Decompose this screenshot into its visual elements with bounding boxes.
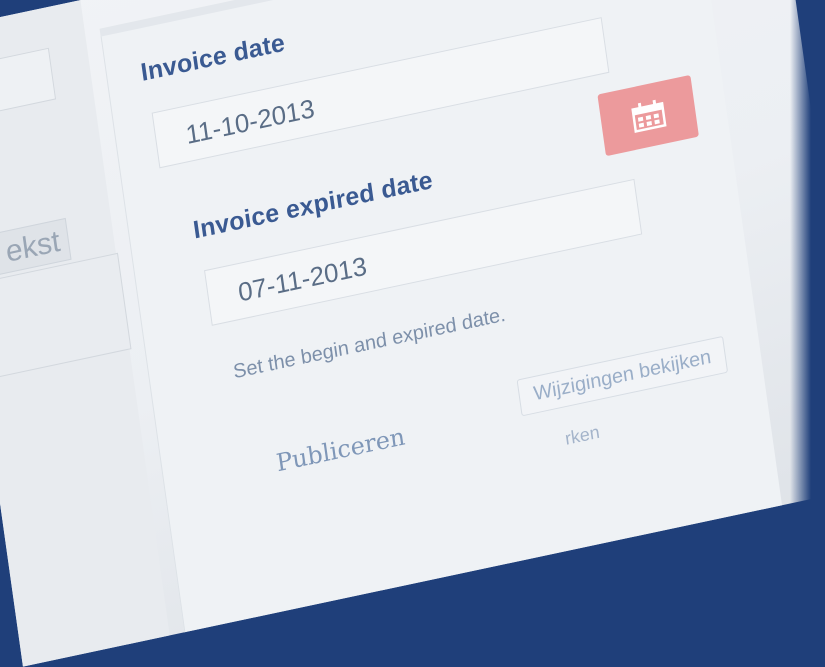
screen: ekst Invoice date 11-10-2013 Invoice exp… xyxy=(0,0,825,667)
calendar-icon xyxy=(630,99,667,134)
tab-tekst-label: ekst xyxy=(3,224,63,269)
monitor-bezel xyxy=(790,0,825,510)
